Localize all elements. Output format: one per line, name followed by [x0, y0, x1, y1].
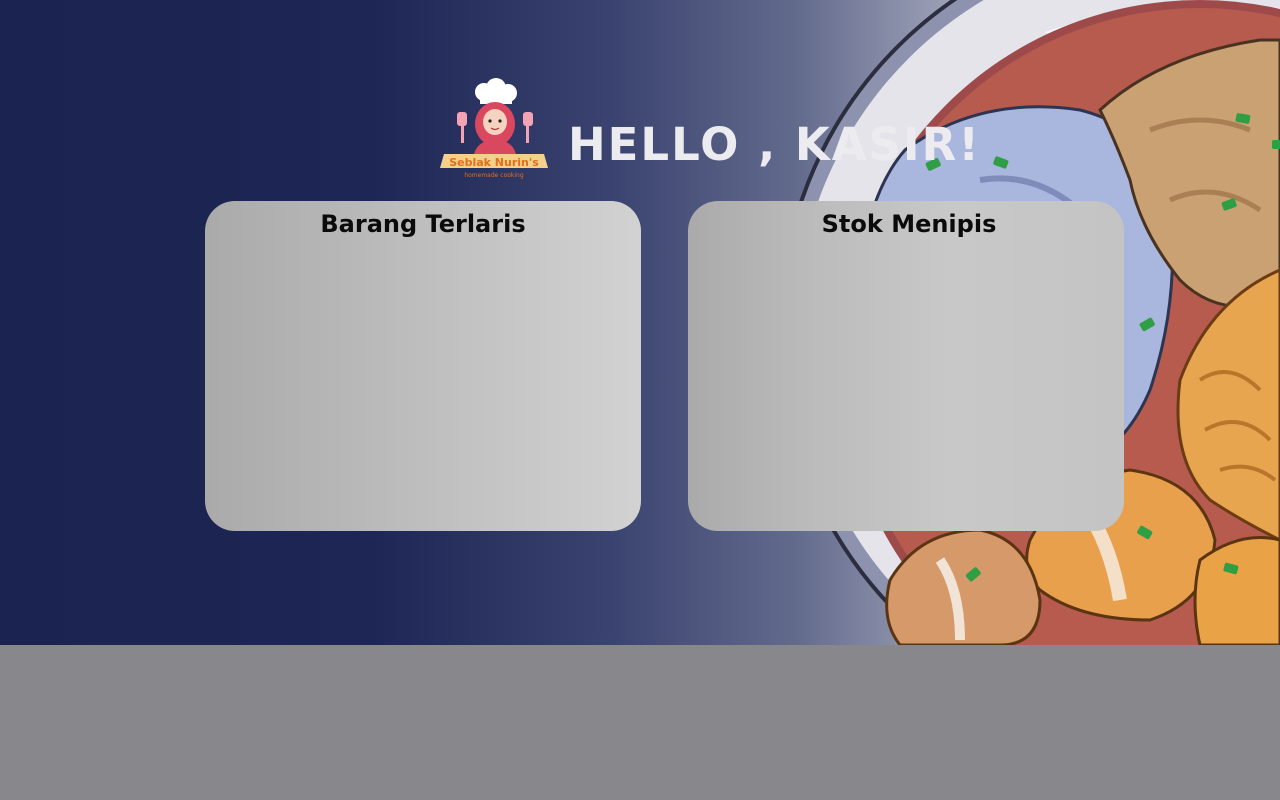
page-title: HELLO , KASIR! — [568, 118, 981, 171]
low-stock-title: Stok Menipis — [821, 210, 997, 238]
svg-text:homemade cooking: homemade cooking — [464, 172, 524, 179]
footer-band — [0, 645, 1280, 800]
best-sellers-title: Barang Terlaris — [320, 210, 526, 238]
low-stock-panel: Stok Menipis — [688, 201, 1124, 531]
svg-text:Seblak Nurin's: Seblak Nurin's — [449, 156, 539, 169]
hero-banner: Seblak Nurin's homemade cooking HELLO , … — [0, 0, 1280, 645]
brand-logo: Seblak Nurin's homemade cooking — [440, 78, 548, 179]
best-sellers-panel: Barang Terlaris — [205, 201, 641, 531]
